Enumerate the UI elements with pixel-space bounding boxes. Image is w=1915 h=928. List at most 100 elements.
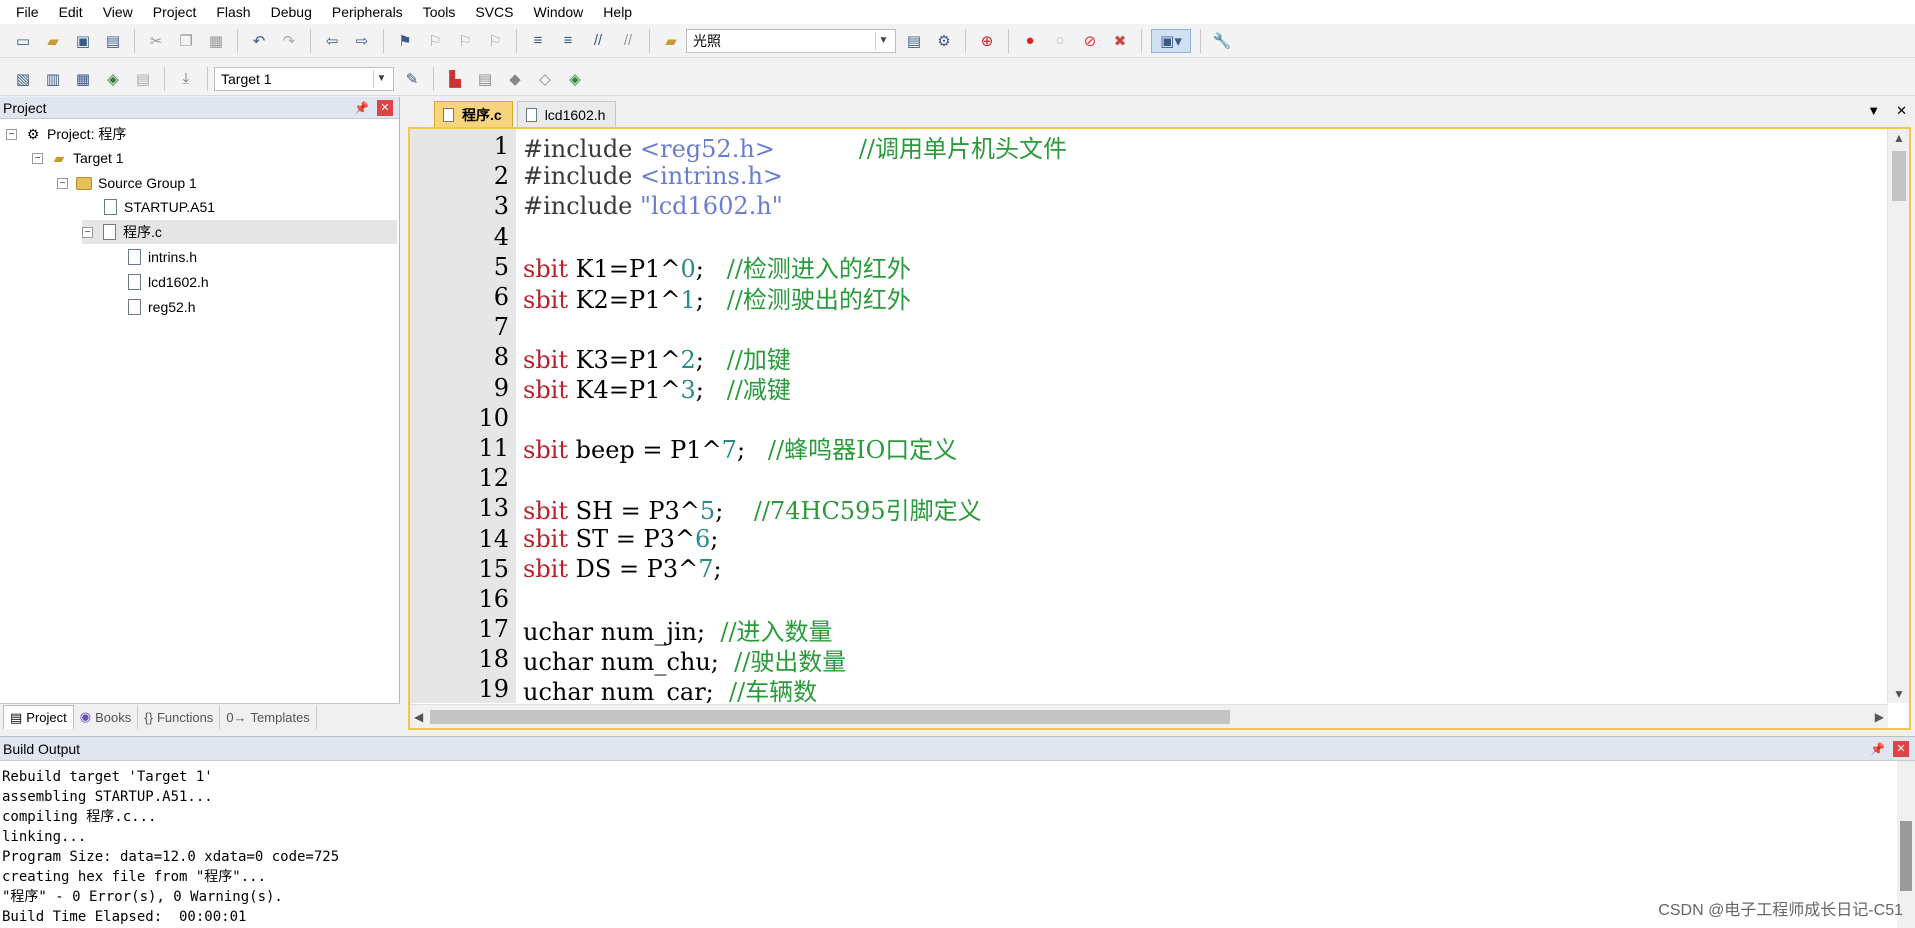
- batch-build-icon[interactable]: ◈: [101, 67, 125, 91]
- code-line[interactable]: 7: [410, 312, 1880, 342]
- find-in-files-icon[interactable]: ▰: [659, 29, 683, 53]
- select-software-packs-icon[interactable]: ▤: [473, 67, 497, 91]
- target-options-icon[interactable]: ✎: [400, 67, 424, 91]
- menu-window[interactable]: Window: [524, 0, 594, 24]
- chevron-down-icon[interactable]: ▼: [875, 31, 891, 50]
- find-icon[interactable]: ▤: [902, 29, 926, 53]
- code-line[interactable]: 4: [410, 222, 1880, 252]
- unindent-icon[interactable]: ≡: [556, 29, 580, 53]
- horizontal-scrollbar[interactable]: ◀ ▶: [410, 704, 1888, 728]
- new-file-icon[interactable]: ▭: [11, 29, 35, 53]
- code-line[interactable]: 12: [410, 463, 1880, 493]
- debug-session-icon[interactable]: ⊕: [975, 29, 999, 53]
- menu-edit[interactable]: Edit: [49, 0, 93, 24]
- save-all-icon[interactable]: ▤: [101, 29, 125, 53]
- tab-project[interactable]: ▤ Project: [3, 705, 74, 729]
- tree-item-reg52-h[interactable]: reg52.h: [126, 295, 195, 319]
- code-line[interactable]: 1 #include <reg52.h> //调用单片机头文件: [410, 131, 1880, 163]
- code-line[interactable]: 10: [410, 403, 1880, 433]
- scroll-down-icon[interactable]: ▼: [1893, 687, 1905, 701]
- download-icon[interactable]: ⤓: [174, 67, 198, 91]
- close-icon[interactable]: ✕: [1896, 103, 1907, 119]
- menu-project[interactable]: Project: [143, 0, 207, 24]
- tree-item-target[interactable]: − ▰ Target 1: [32, 146, 124, 170]
- code-line[interactable]: 3 #include "lcd1602.h": [410, 191, 1880, 221]
- chevron-down-icon[interactable]: ▼: [1867, 103, 1880, 119]
- manage-components-icon[interactable]: ▙: [443, 67, 467, 91]
- indent-icon[interactable]: ≡: [526, 29, 550, 53]
- uncomment-icon[interactable]: //: [616, 29, 640, 53]
- code-line[interactable]: 8 sbit K3=P1^2; //加键: [410, 342, 1880, 374]
- copy-icon[interactable]: ❐: [174, 29, 198, 53]
- target-select[interactable]: Target 1 ▼: [214, 66, 394, 91]
- scrollbar-thumb[interactable]: [1892, 151, 1906, 201]
- pin-icon[interactable]: 📌: [354, 101, 369, 115]
- tree-item-main-c[interactable]: − 程序.c: [82, 220, 397, 244]
- breakpoint-icon[interactable]: ●: [1018, 29, 1042, 53]
- open-folder-icon[interactable]: ▰: [41, 29, 65, 53]
- incremental-find-icon[interactable]: ⚙: [932, 29, 956, 53]
- save-icon[interactable]: ▣: [71, 29, 95, 53]
- redo-icon[interactable]: ↷: [277, 29, 301, 53]
- tree-item-startup[interactable]: STARTUP.A51: [102, 195, 215, 219]
- bookmark-icon[interactable]: ⚑: [393, 29, 417, 53]
- collapse-icon[interactable]: −: [57, 177, 68, 189]
- vertical-scrollbar[interactable]: ▲ ▼: [1887, 129, 1909, 703]
- chevron-down-icon[interactable]: ▼: [373, 69, 389, 88]
- menu-help[interactable]: Help: [593, 0, 642, 24]
- code-lines[interactable]: 1 #include <reg52.h> //调用单片机头文件 2 #include …: [410, 131, 1880, 706]
- menu-flash[interactable]: Flash: [206, 0, 260, 24]
- bookmark-prev-icon[interactable]: ⚐: [423, 29, 447, 53]
- code-line[interactable]: 18 uchar num_chu; //驶出数量: [410, 644, 1880, 676]
- cut-icon[interactable]: ✂: [144, 29, 168, 53]
- collapse-icon[interactable]: −: [6, 128, 17, 140]
- tree-item-lcd1602-h[interactable]: lcd1602.h: [126, 270, 209, 294]
- tab-templates[interactable]: 0→ Templates: [220, 705, 317, 729]
- code-line[interactable]: 19 uchar num_car; //车辆数: [410, 674, 1880, 706]
- tab-functions[interactable]: {} Functions: [138, 705, 221, 729]
- comment-icon[interactable]: //: [586, 29, 610, 53]
- menu-tools[interactable]: Tools: [413, 0, 466, 24]
- scroll-up-icon[interactable]: ▲: [1893, 131, 1905, 145]
- code-line[interactable]: 6 sbit K2=P1^1; //检测驶出的红外: [410, 282, 1880, 314]
- code-line[interactable]: 14 sbit ST = P3^6;: [410, 523, 1880, 553]
- pin-icon[interactable]: 📌: [1870, 742, 1885, 756]
- menu-file[interactable]: File: [6, 0, 49, 24]
- code-line[interactable]: 9 sbit K4=P1^3; //减键: [410, 373, 1880, 405]
- menu-debug[interactable]: Debug: [261, 0, 322, 24]
- code-line[interactable]: 11 sbit beep = P1^7; //蜂鸣器IO口定义: [410, 433, 1880, 465]
- find-combo[interactable]: 光照 ▼: [686, 28, 896, 53]
- tab-books[interactable]: ◉ Books: [74, 705, 139, 729]
- scrollbar-thumb[interactable]: [1900, 821, 1912, 891]
- scroll-left-icon[interactable]: ◀: [414, 710, 423, 724]
- translate-icon[interactable]: ▧: [11, 67, 35, 91]
- paste-icon[interactable]: ▦: [204, 29, 228, 53]
- stop-build-icon[interactable]: ▤: [131, 67, 155, 91]
- pack-installer-icon[interactable]: ◆: [503, 67, 527, 91]
- menu-svcs[interactable]: SVCS: [465, 0, 523, 24]
- rebuild-icon[interactable]: ▦: [71, 67, 95, 91]
- tree-item-project[interactable]: − ⚙ Project: 程序: [6, 122, 126, 146]
- window-layout-icon[interactable]: ▣▾: [1151, 28, 1191, 53]
- scroll-right-icon[interactable]: ▶: [1875, 710, 1884, 724]
- collapse-icon[interactable]: −: [82, 226, 93, 238]
- run-time-environment-icon[interactable]: ◈: [563, 67, 587, 91]
- scrollbar-thumb[interactable]: [430, 710, 1230, 724]
- code-line[interactable]: 2 #include <intrins.h>: [410, 161, 1880, 191]
- tab-lcd1602-h[interactable]: lcd1602.h: [516, 101, 617, 127]
- disable-breakpoint-icon[interactable]: ○: [1048, 29, 1072, 53]
- disable-all-breakpoints-icon[interactable]: ⊘: [1078, 29, 1102, 53]
- menu-view[interactable]: View: [93, 0, 143, 24]
- close-icon[interactable]: ✕: [377, 99, 393, 116]
- configure-icon[interactable]: 🔧: [1210, 29, 1234, 53]
- code-line[interactable]: 17 uchar num_jin; //进入数量: [410, 614, 1880, 646]
- undo-icon[interactable]: ↶: [247, 29, 271, 53]
- tab-main-c[interactable]: 程序.c: [434, 101, 513, 127]
- bookmark-next-icon[interactable]: ⚐: [453, 29, 477, 53]
- menu-peripherals[interactable]: Peripherals: [322, 0, 413, 24]
- manage-project-items-icon[interactable]: ◇: [533, 67, 557, 91]
- tree-item-intrins-h[interactable]: intrins.h: [126, 245, 197, 269]
- code-line[interactable]: 13 sbit SH = P3^5; //74HC595引脚定义: [410, 493, 1880, 525]
- close-icon[interactable]: ✕: [1893, 740, 1909, 757]
- nav-back-icon[interactable]: ⇦: [320, 29, 344, 53]
